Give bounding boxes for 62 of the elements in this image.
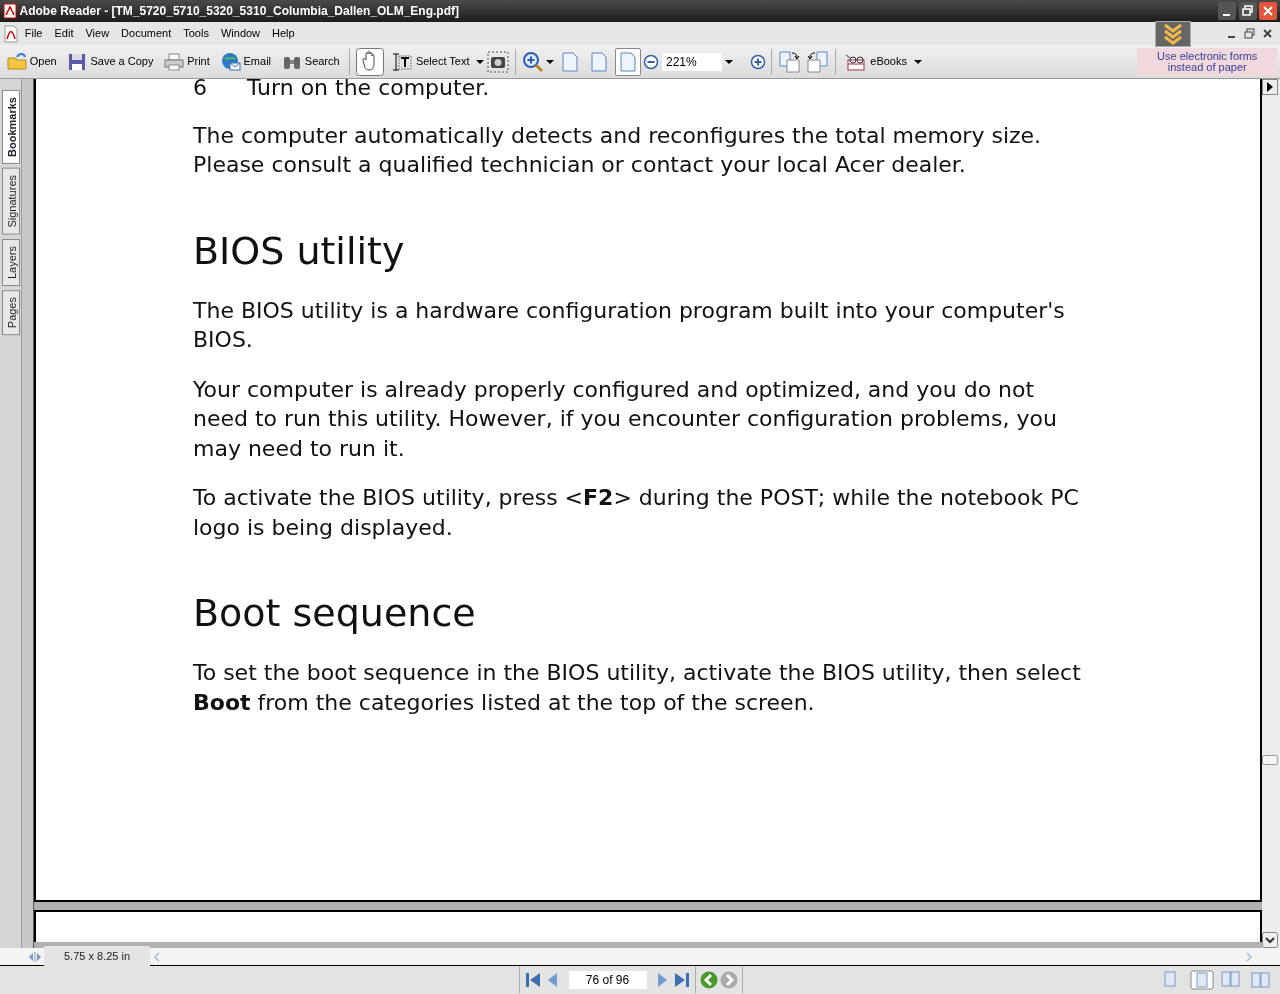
last-page-icon[interactable] [672, 971, 692, 989]
close-icon[interactable] [1259, 2, 1278, 20]
dropdown-caret-icon[interactable] [913, 58, 922, 65]
dropdown-caret-icon[interactable] [546, 58, 555, 65]
zoom-field[interactable]: 221% [662, 52, 722, 71]
page-icon [562, 51, 578, 72]
text-cursor-icon [390, 51, 413, 72]
paragraph: To activate the BIOS utility, press <F2> during the POST; while the notebook PC logo is being displayed. [193, 484, 1080, 542]
chevrons-down-icon[interactable] [1155, 20, 1191, 47]
fit-width-button[interactable] [614, 47, 641, 76]
email-button[interactable]: Email [216, 47, 276, 76]
paragraph: To set the boot sequence in the BIOS utility, activate the BIOS utility, then select Boot from the categories listed at the top of the screen. [193, 659, 1082, 717]
minimize-icon[interactable] [1217, 2, 1236, 20]
print-button[interactable]: Print [160, 47, 214, 76]
rotate-counterclockwise-icon[interactable] [804, 49, 829, 74]
ebooks-button[interactable]: eBooks [841, 47, 911, 76]
step-number: 6 [193, 79, 208, 102]
dropdown-caret-icon[interactable] [724, 58, 733, 65]
menu-item[interactable]: Edit [48, 25, 80, 42]
paragraph: The BIOS utility is a hardware configuration program built into your computer's BIOS. [193, 296, 1066, 354]
zoom-out-icon[interactable] [643, 53, 660, 70]
restore-icon[interactable] [1238, 2, 1257, 20]
scroll-thumb-icon[interactable] [1262, 755, 1278, 765]
save-copy-button[interactable]: Save a Copy [63, 47, 158, 76]
rotate-clockwise-icon[interactable] [778, 49, 802, 74]
forms-banner[interactable]: Use electronic forms instead of paper [1137, 47, 1278, 76]
menu-item[interactable]: View [79, 25, 116, 42]
step-text: Turn on the computer. [247, 79, 490, 102]
side-tab[interactable]: Layers [2, 238, 20, 286]
folder-icon [6, 51, 27, 72]
select-text-button[interactable]: Select Text [386, 47, 474, 76]
pdf-icon [2, 24, 19, 43]
page-icon [590, 51, 607, 72]
page-size-label: 5.75 x 8.25 in [44, 946, 151, 967]
paragraph: Your computer is already properly configured and optimized, and you do not need to run this utility. However, if you encounter configuration problems, you may need to run it. [193, 375, 1058, 463]
side-tab[interactable]: Pages [2, 289, 20, 335]
menu-item[interactable]: Help [266, 25, 301, 42]
page-number-field[interactable]: 76 of 96 [568, 971, 647, 989]
globe-envelope-icon [220, 51, 241, 72]
paragraph: The computer automatically detects and reconfigures the total memory size. Please consult a qualified technician or contact your local Acer dealer. [193, 121, 1043, 179]
side-tab[interactable]: Bookmarks [2, 90, 20, 164]
hand-icon[interactable] [356, 47, 385, 76]
side-tab[interactable]: Signatures [2, 167, 20, 235]
window-title: Adobe Reader - [TM_5720_5710_5320_5310_Columbia_Dallen_OLM_Eng.pdf] [19, 3, 460, 20]
menu-item[interactable]: Window [214, 25, 267, 42]
zoom-in-icon[interactable] [521, 50, 544, 73]
pdf-icon [2, 3, 17, 19]
printer-icon [164, 51, 185, 72]
menu-item[interactable]: File [18, 25, 49, 42]
zoom-in-icon[interactable] [749, 53, 766, 70]
menu-item[interactable]: Document [115, 25, 178, 42]
search-button[interactable]: Search [277, 47, 344, 76]
camera-icon[interactable] [487, 50, 509, 73]
first-page-icon[interactable] [523, 971, 543, 989]
dropdown-caret-icon[interactable] [476, 58, 485, 65]
section-heading: BIOS utility [193, 228, 406, 273]
menu-item[interactable]: Tools [177, 25, 215, 42]
section-heading: Boot sequence [193, 591, 477, 635]
splitter-bar[interactable] [22, 79, 34, 948]
open-button[interactable]: Open [2, 47, 61, 76]
back-icon[interactable] [699, 970, 719, 990]
page-icon [619, 51, 636, 72]
